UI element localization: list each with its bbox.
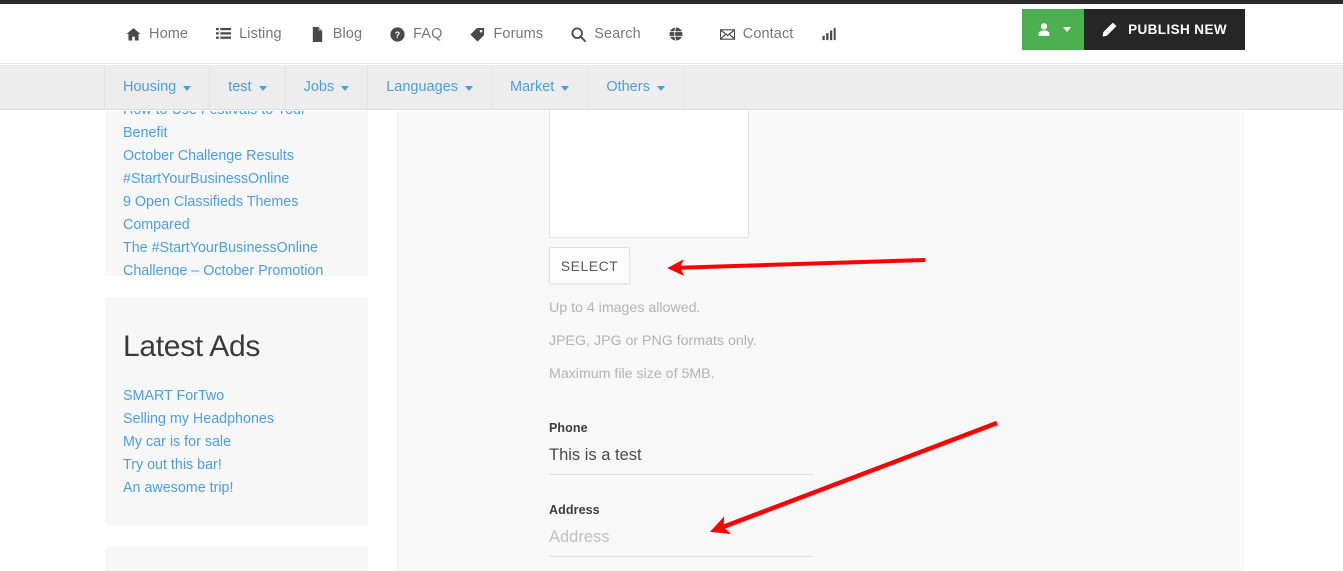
subnav-item-housing[interactable]: Housing bbox=[105, 65, 211, 109]
upload-hint-formats: JPEG, JPG or PNG formats only. bbox=[549, 333, 757, 349]
main-content-panel: SELECT Up to 4 images allowed. JPEG, JPG… bbox=[397, 110, 1245, 571]
post-link[interactable]: #StartYourBusinessOnline bbox=[123, 168, 350, 191]
nav-item-faq[interactable]: ? FAQ bbox=[376, 4, 456, 64]
ad-link[interactable]: An awesome trip! bbox=[123, 477, 350, 500]
phone-input[interactable] bbox=[549, 446, 813, 475]
chevron-down-icon bbox=[464, 85, 473, 91]
envelope-icon bbox=[719, 27, 735, 42]
upload-hint-images-allowed: Up to 4 images allowed. bbox=[549, 300, 701, 316]
pencil-icon bbox=[1102, 22, 1117, 37]
post-link[interactable]: 9 Open Classifieds Themes bbox=[123, 191, 350, 214]
user-account-button[interactable] bbox=[1022, 9, 1085, 50]
post-link[interactable]: How to Use Festivals to Your Benefit bbox=[123, 111, 350, 145]
nav-label: Contact bbox=[742, 26, 794, 42]
svg-text:?: ? bbox=[395, 30, 400, 40]
nav-item-contact[interactable]: Contact bbox=[706, 4, 808, 64]
sidebar: How to Use Festivals to Your Benefit Oct… bbox=[105, 111, 368, 571]
site-header: Home Listing Blog ? FAQ Forums Search Co… bbox=[0, 4, 1343, 64]
post-link[interactable]: Challenge – October Promotion bbox=[123, 260, 350, 276]
post-link[interactable]: The #StartYourBusinessOnline bbox=[123, 237, 350, 260]
recent-posts-widget: How to Use Festivals to Your Benefit Oct… bbox=[105, 111, 368, 276]
chevron-down-icon bbox=[1063, 27, 1072, 32]
image-upload-preview-box[interactable] bbox=[549, 110, 749, 238]
publish-new-label: PUBLISH NEW bbox=[1128, 22, 1227, 37]
bar-chart-icon bbox=[821, 27, 836, 42]
nav-label: Listing bbox=[239, 26, 282, 42]
header-actions: PUBLISH NEW bbox=[1022, 9, 1245, 50]
home-icon bbox=[126, 27, 141, 42]
globe-icon bbox=[669, 27, 684, 42]
post-link[interactable]: Compared bbox=[123, 214, 350, 237]
nav-label: Search bbox=[594, 26, 641, 42]
subnav-item-market[interactable]: Market bbox=[492, 65, 589, 109]
latest-ads-widget: Latest Ads SMART ForTwo Selling my Headp… bbox=[105, 297, 368, 526]
nav-label: Forums bbox=[493, 26, 544, 42]
nav-label: Blog bbox=[332, 26, 363, 42]
ad-link[interactable]: Selling my Headphones bbox=[123, 408, 350, 431]
nav-item-blog[interactable]: Blog bbox=[296, 4, 376, 64]
nav-label: FAQ bbox=[413, 26, 443, 42]
nav-item-search[interactable]: Search bbox=[557, 4, 655, 64]
phone-field-group: Phone bbox=[549, 421, 813, 475]
address-label: Address bbox=[549, 503, 600, 517]
subnav-item-test[interactable]: test bbox=[210, 65, 286, 109]
search-icon bbox=[571, 27, 587, 42]
subnav-label: test bbox=[228, 79, 252, 95]
subnav-leading-spacer bbox=[0, 65, 105, 110]
nav-label: Home bbox=[149, 26, 189, 42]
nav-item-stats[interactable] bbox=[807, 4, 858, 64]
post-link[interactable]: October Challenge Results bbox=[123, 145, 350, 168]
latest-ads-title: Latest Ads bbox=[123, 330, 261, 363]
user-icon bbox=[1037, 22, 1051, 37]
tag-icon bbox=[470, 27, 485, 42]
subnav-label: Housing bbox=[123, 79, 177, 95]
primary-navigation: Home Listing Blog ? FAQ Forums Search Co… bbox=[112, 4, 858, 64]
select-button[interactable]: SELECT bbox=[549, 247, 630, 284]
document-icon bbox=[310, 26, 325, 42]
subnav-label: Others bbox=[606, 79, 650, 95]
category-navigation: Housing test Jobs Languages Market Other… bbox=[0, 65, 1343, 110]
nav-item-home[interactable]: Home bbox=[112, 4, 202, 64]
nav-item-forums[interactable]: Forums bbox=[456, 4, 557, 64]
chevron-down-icon bbox=[341, 85, 350, 91]
subnav-item-jobs[interactable]: Jobs bbox=[286, 65, 369, 109]
publish-new-button[interactable]: PUBLISH NEW bbox=[1084, 9, 1245, 50]
chevron-down-icon bbox=[258, 85, 267, 91]
nav-item-listing[interactable]: Listing bbox=[202, 4, 296, 64]
ad-link[interactable]: Try out this bar! bbox=[123, 454, 350, 477]
ad-link[interactable]: SMART ForTwo bbox=[123, 385, 350, 408]
nav-item-language[interactable] bbox=[655, 4, 706, 64]
chevron-down-icon bbox=[656, 85, 665, 91]
phone-label: Phone bbox=[549, 421, 588, 435]
list-icon bbox=[216, 27, 232, 42]
subnav-item-others[interactable]: Others bbox=[588, 65, 684, 109]
question-circle-icon: ? bbox=[390, 26, 405, 42]
sidebar-widget-third bbox=[105, 546, 368, 571]
subnav-label: Languages bbox=[386, 79, 458, 95]
subnav-label: Jobs bbox=[303, 79, 335, 95]
subnav-item-languages[interactable]: Languages bbox=[368, 65, 492, 109]
page-body: How to Use Festivals to Your Benefit Oct… bbox=[0, 110, 1343, 571]
chevron-down-icon bbox=[561, 85, 570, 91]
address-input[interactable] bbox=[549, 528, 813, 557]
upload-hint-max-size: Maximum file size of 5MB. bbox=[549, 366, 715, 382]
subnav-label: Market bbox=[509, 79, 555, 95]
chevron-down-icon bbox=[183, 85, 192, 91]
page-root: Home Listing Blog ? FAQ Forums Search Co… bbox=[0, 0, 1343, 571]
ad-link[interactable]: My car is for sale bbox=[123, 431, 350, 454]
address-field-group: Address bbox=[549, 503, 813, 557]
